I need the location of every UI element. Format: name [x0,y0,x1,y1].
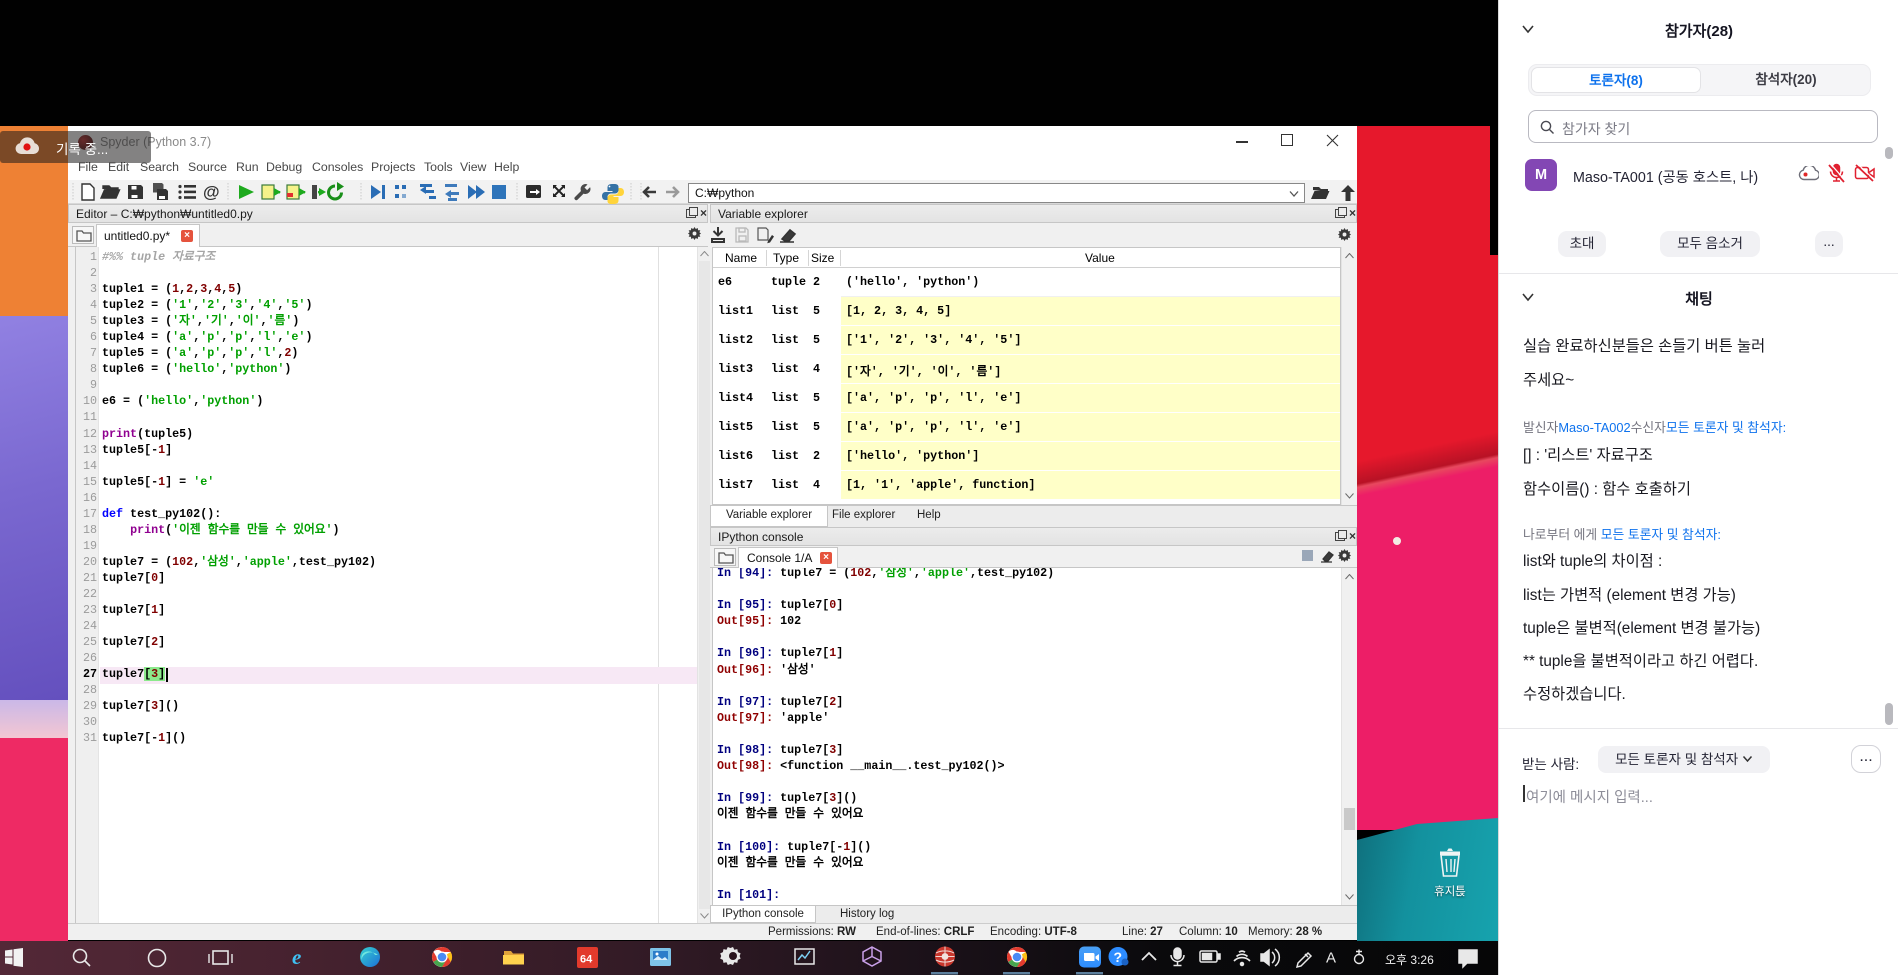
svg-text:e: e [292,945,301,969]
svg-text:@: @ [203,183,220,202]
svg-text:64: 64 [580,954,593,966]
svg-text:A: A [1326,950,1336,967]
svg-text:?: ? [1114,949,1123,965]
